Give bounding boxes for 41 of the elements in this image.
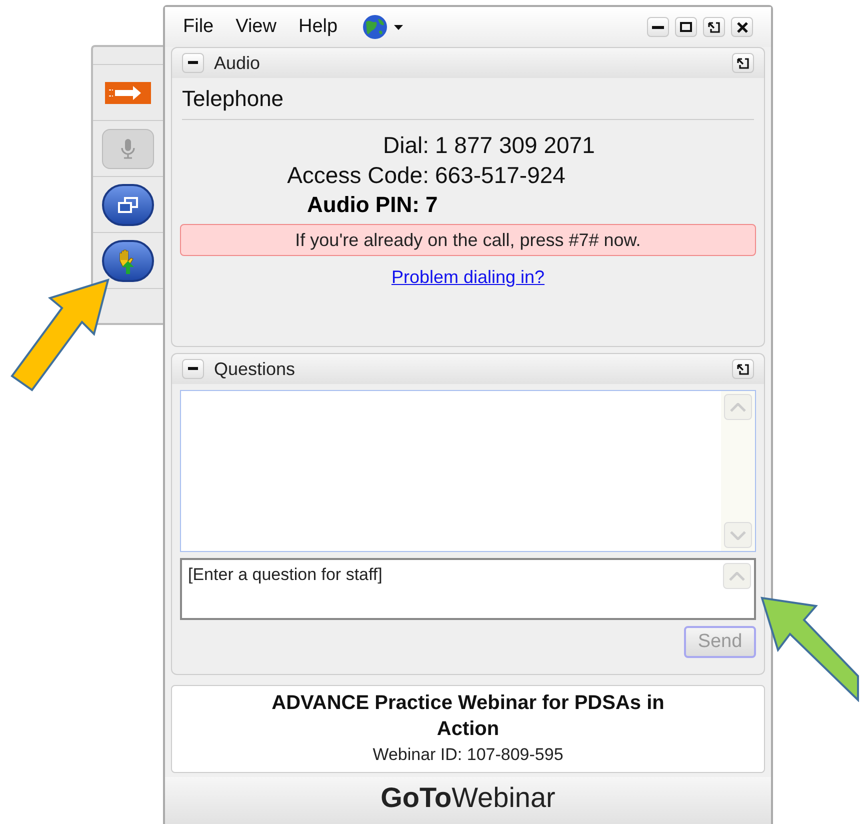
popout-button[interactable]	[703, 17, 725, 37]
notice-text: If you're already on the call, press #7# now.	[295, 228, 641, 252]
webinar-title: ADVANCE Practice Webinar for PDSAs in Action	[270, 691, 666, 742]
close-button[interactable]	[731, 17, 753, 37]
problem-link[interactable]: Problem dialing in?	[391, 264, 545, 291]
panel-title: Audio	[214, 52, 260, 74]
menu-item[interactable]: Help	[298, 12, 338, 42]
chevron-up-icon	[730, 402, 746, 412]
maximize-button[interactable]	[675, 17, 697, 37]
audio-pin: Audio PIN: 7	[307, 191, 438, 219]
toolbar-button[interactable]	[102, 184, 154, 226]
microphone-icon	[120, 138, 136, 160]
chevron-down-icon	[730, 530, 746, 540]
toolbar-button[interactable]	[102, 240, 154, 282]
collapse-button[interactable]	[182, 53, 204, 73]
panel-title: Questions	[214, 358, 296, 380]
minus-icon	[188, 61, 198, 65]
question-input[interactable]: [Enter a question for staff]	[180, 558, 756, 620]
access-code: 663-517-924	[435, 161, 566, 190]
audio-mode: Telephone	[182, 86, 284, 111]
webinar-id: Webinar ID: 107-809-595	[372, 744, 564, 766]
collapse-button[interactable]	[182, 359, 204, 379]
maximize-icon	[680, 22, 692, 32]
dial-label: Dial:	[382, 131, 429, 160]
minimize-button[interactable]	[647, 17, 669, 37]
brand-logo: GoToWebinar	[380, 781, 556, 815]
chevron-up-icon	[729, 572, 745, 580]
minimize-icon	[652, 26, 664, 28]
menu-item[interactable]: View	[236, 12, 276, 42]
popout-button[interactable]	[732, 53, 754, 73]
menu-item[interactable]: File	[183, 12, 214, 42]
popout-icon	[708, 22, 720, 32]
dial-number: 1 877 309 2071	[435, 131, 596, 160]
popout-icon	[737, 364, 749, 374]
access-code-label: Access Code:	[286, 161, 429, 190]
minus-icon	[188, 367, 198, 371]
popout-icon	[737, 58, 749, 68]
caret-icon	[394, 24, 403, 30]
close-icon	[736, 22, 748, 32]
windows-icon	[118, 196, 138, 212]
popout-button[interactable]	[732, 359, 754, 379]
